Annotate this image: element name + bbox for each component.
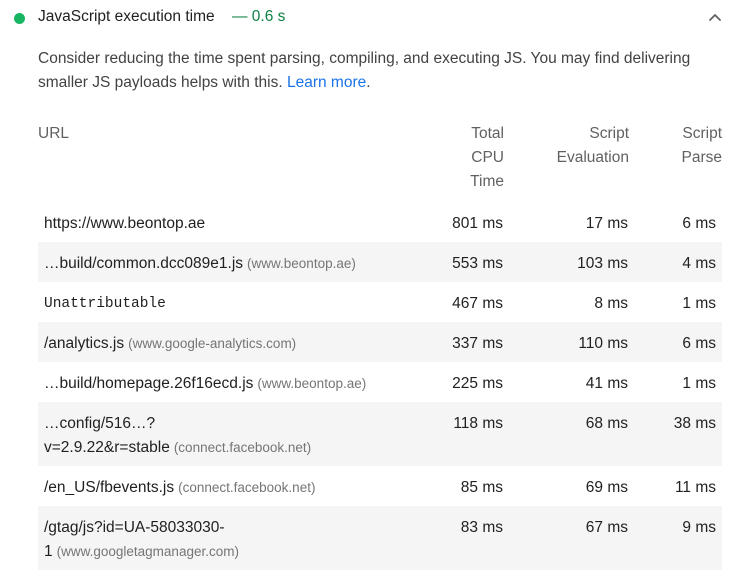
script-eval-cell: 8 ms	[594, 295, 628, 312]
url-text: https://www.beontop.ae	[44, 215, 206, 232]
url-host: (www.beontop.ae)	[247, 256, 356, 271]
column-header-total-cpu-time: Total CPU Time	[448, 122, 504, 194]
script-eval-cell: 110 ms	[578, 335, 628, 352]
url-host: (connect.facebook.net)	[173, 440, 312, 455]
header-line: Total	[471, 125, 504, 142]
url-text-continued: 1	[44, 543, 53, 560]
script-eval-cell: 68 ms	[585, 415, 628, 432]
header-line: CPU	[471, 149, 504, 166]
url-host: (www.google-analytics.com)	[128, 336, 297, 351]
script-eval-cell: 17 ms	[585, 215, 628, 232]
url-text: /en_US/fbevents.js	[44, 479, 175, 496]
cpu-time-cell: 225 ms	[452, 375, 503, 392]
script-parse-cell: 9 ms	[682, 519, 716, 536]
cpu-time-cell: 337 ms	[452, 335, 503, 352]
table-row: https://www.beontop.ae 801 ms 17 ms 6 ms	[38, 202, 722, 242]
url-cell: https://www.beontop.ae	[44, 212, 384, 236]
script-parse-cell: 11 ms	[674, 479, 716, 496]
script-parse-cell: 1 ms	[682, 375, 716, 392]
url-text-continued: v=2.9.22&r=stable	[44, 439, 170, 456]
table-row: Unattributable 467 ms 8 ms 1 ms	[38, 282, 722, 322]
script-parse-cell: 6 ms	[682, 215, 716, 232]
pass-circle-icon	[14, 13, 25, 24]
header-line: Time	[470, 173, 504, 190]
column-header-script-evaluation: Script Evaluation	[540, 122, 629, 170]
url-text: /analytics.js	[44, 335, 125, 352]
url-cell: …config/516…? v=2.9.22&r=stable (connect.f…	[44, 412, 384, 460]
table-row: /gtag/js?id=UA-58033030- 1 (www.googletagm…	[38, 506, 722, 570]
cpu-time-cell: 85 ms	[460, 479, 503, 496]
url-cell: …build/common.dcc089e1.js (www.beontop.ae…	[44, 252, 384, 276]
cpu-time-cell: 801 ms	[452, 215, 503, 232]
url-cell: /gtag/js?id=UA-58033030- 1 (www.googletagm…	[44, 516, 384, 564]
audit-header[interactable]: JavaScript execution time — 0.6 s	[0, 0, 737, 38]
header-line: Script	[589, 125, 629, 142]
audit-title: JavaScript execution time	[38, 8, 215, 25]
header-line: Script	[682, 125, 722, 142]
script-parse-cell: 4 ms	[682, 255, 716, 272]
url-host: (www.googletagmanager.com)	[56, 544, 239, 559]
description-period: .	[366, 74, 371, 91]
table-row: /analytics.js (www.google-analytics.com) …	[38, 322, 722, 362]
url-text: …config/516…?	[44, 415, 156, 432]
url-cell: …build/homepage.26f16ecd.js (www.beontop.…	[44, 372, 384, 396]
url-host: (www.beontop.ae)	[257, 376, 367, 391]
table-row: …build/homepage.26f16ecd.js (www.beontop.…	[38, 362, 722, 402]
chevron-up-icon[interactable]	[706, 11, 724, 25]
url-cell: Unattributable	[44, 292, 384, 316]
url-text: /gtag/js?id=UA-58033030-	[44, 519, 225, 536]
cpu-time-cell: 118 ms	[453, 415, 503, 432]
table-row: /en_US/fbevents.js (connect.facebook.net)…	[38, 466, 722, 506]
cpu-time-cell: 83 ms	[460, 519, 503, 536]
script-eval-cell: 69 ms	[585, 479, 628, 496]
header-line: Parse	[681, 149, 723, 166]
url-text: …build/common.dcc089e1.js	[44, 255, 244, 272]
learn-more-link[interactable]: Learn more	[287, 74, 366, 91]
url-cell: /en_US/fbevents.js (connect.facebook.net)	[44, 476, 384, 500]
script-parse-cell: 1 ms	[682, 295, 716, 312]
table-row: …config/516…? v=2.9.22&r=stable (connect.f…	[38, 402, 722, 466]
script-eval-cell: 67 ms	[585, 519, 628, 536]
url-cell: /analytics.js (www.google-analytics.com)	[44, 332, 384, 356]
script-parse-cell: 6 ms	[682, 335, 716, 352]
column-header-script-parse: Script Parse	[662, 122, 723, 170]
table-row: …build/common.dcc089e1.js (www.beontop.ae…	[38, 242, 722, 282]
script-parse-cell: 38 ms	[673, 415, 716, 432]
cpu-time-cell: 553 ms	[452, 255, 503, 272]
script-eval-cell: 103 ms	[577, 255, 628, 272]
cpu-time-cell: 467 ms	[452, 295, 503, 312]
url-text: Unattributable	[44, 296, 166, 312]
url-text: …build/homepage.26f16ecd.js	[44, 375, 254, 392]
script-eval-cell: 41 ms	[585, 375, 628, 392]
header-line: Evaluation	[556, 149, 629, 166]
audit-description: Consider reducing the time spent parsing…	[38, 47, 728, 95]
audit-display-value: — 0.6 s	[232, 8, 286, 25]
url-host: (connect.facebook.net)	[178, 480, 316, 495]
column-header-url: URL	[38, 125, 70, 142]
